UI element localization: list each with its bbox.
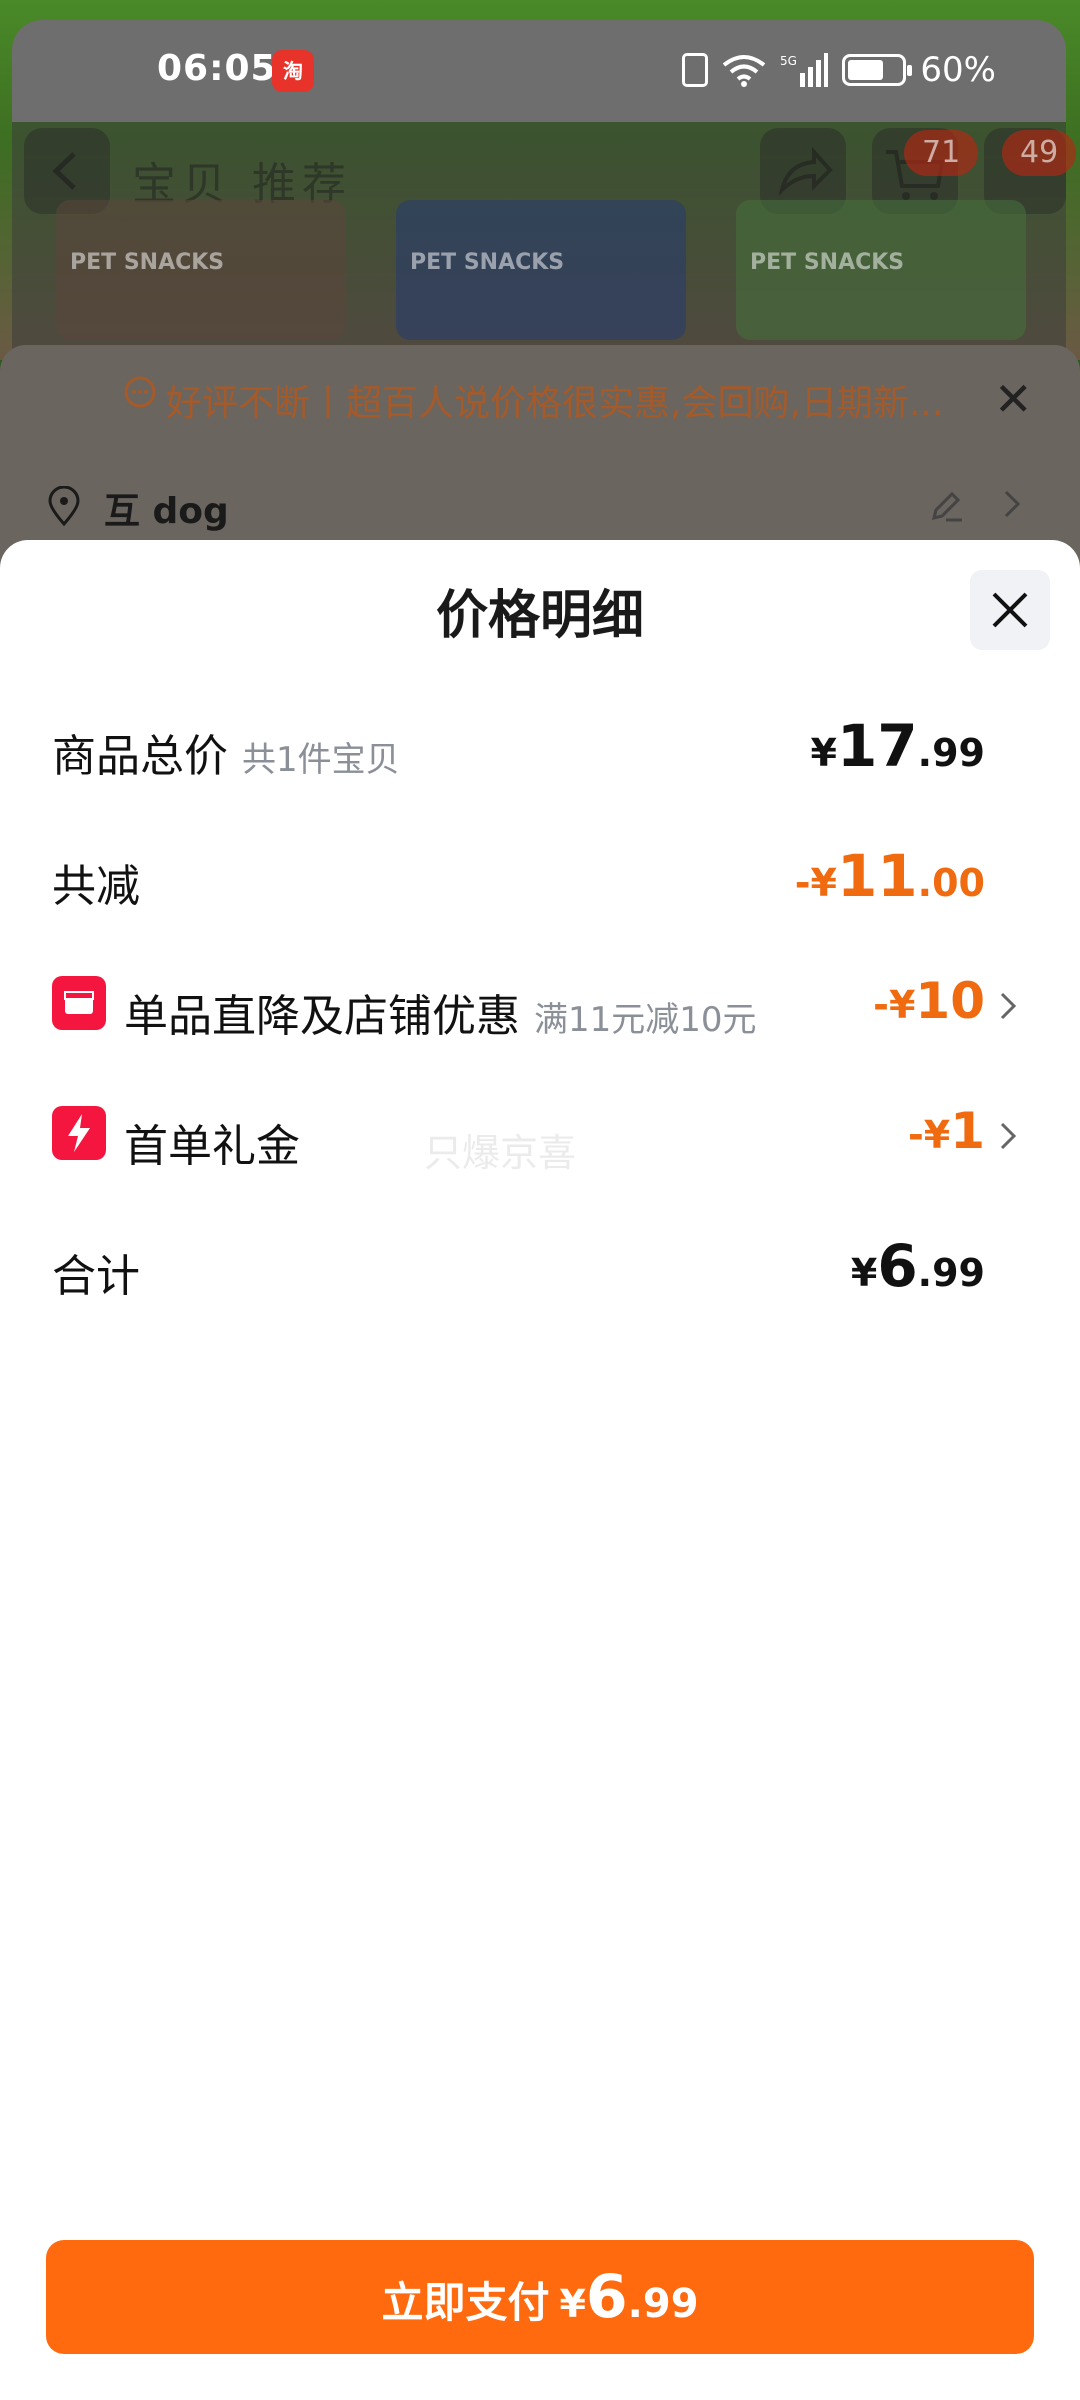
wifi-icon bbox=[723, 55, 766, 87]
address-text: 互 dog bbox=[104, 491, 229, 532]
amount-int: 11 bbox=[836, 842, 918, 910]
chevron-right-icon bbox=[1000, 992, 1017, 1020]
amount-dec: .99 bbox=[917, 1251, 985, 1295]
product-image-1: PET SNACKS bbox=[56, 200, 346, 340]
total-amount: ¥6.99 bbox=[851, 1232, 985, 1300]
product-image-2: PET SNACKS bbox=[396, 200, 686, 340]
total-row: 合计 ¥6.99 bbox=[0, 1220, 1080, 1310]
total-label: 合计 bbox=[52, 1251, 140, 1302]
price-detail-sheet bbox=[0, 540, 1080, 2400]
amount-dec: .00 bbox=[917, 861, 985, 905]
currency-symbol: ¥ bbox=[850, 1251, 878, 1295]
chat-icon bbox=[124, 376, 156, 408]
sheet-title: 价格明细 bbox=[435, 586, 644, 646]
currency-symbol: ¥ bbox=[810, 731, 837, 775]
subtotal-label: 商品总价 共1件宝贝 bbox=[52, 720, 400, 784]
store-coupon-row[interactable]: 单品直降及店铺优惠 满11元减10元 -¥10 bbox=[0, 960, 1080, 1050]
battery-percent: 60% bbox=[920, 50, 996, 90]
product-image-3: PET SNACKS bbox=[736, 200, 1026, 340]
product-label-2: PET SNACKS bbox=[410, 250, 565, 275]
pay-amount-int: 6 bbox=[585, 2262, 628, 2332]
currency-symbol: ¥ bbox=[810, 861, 837, 905]
currency-symbol: ¥ bbox=[923, 1113, 951, 1157]
review-banner-text: 好评不断丨超百人说价格很实惠,会回购,日期新... bbox=[166, 383, 944, 424]
network-label: 5G bbox=[780, 54, 797, 68]
status-icons: 5G 60% bbox=[682, 50, 996, 90]
amount-dec: .99 bbox=[917, 731, 985, 775]
pay-currency: ¥ bbox=[559, 2282, 586, 2326]
product-label-3: PET SNACKS bbox=[750, 250, 905, 275]
subtotal-amount: ¥17.99 bbox=[811, 712, 986, 780]
store-coupon-amount: -¥10 bbox=[873, 972, 985, 1030]
store-icon bbox=[52, 976, 106, 1030]
minus-sign: - bbox=[873, 983, 889, 1027]
currency-symbol: ¥ bbox=[888, 983, 916, 1027]
chevron-right-icon bbox=[1000, 1122, 1017, 1150]
amount-int: 6 bbox=[877, 1232, 918, 1300]
status-time: 06:05 bbox=[157, 48, 277, 89]
discount-total-amount: -¥11.00 bbox=[795, 842, 985, 910]
amount-int: 10 bbox=[915, 972, 985, 1030]
amount-int: 17 bbox=[836, 712, 918, 780]
taobao-app-icon: 淘 bbox=[272, 50, 314, 92]
pay-now-button[interactable]: 立即支付 ¥6.99 bbox=[46, 2240, 1034, 2354]
amount-int: 1 bbox=[950, 1102, 985, 1160]
store-coupon-condition: 满11元减10元 bbox=[534, 1000, 757, 1040]
subtotal-label-text: 商品总价 bbox=[52, 731, 228, 782]
discount-total-row: 共减 -¥11.00 bbox=[0, 830, 1080, 920]
product-label-1: PET SNACKS bbox=[70, 250, 225, 275]
lightning-icon bbox=[52, 1106, 106, 1160]
watermark: 只爆京喜 bbox=[424, 1131, 577, 1175]
discount-total-label: 共减 bbox=[52, 861, 140, 912]
vibrate-icon bbox=[682, 53, 709, 87]
message-badge: 49 bbox=[1002, 130, 1077, 176]
item-count: 共1件宝贝 bbox=[242, 740, 400, 780]
location-icon bbox=[48, 486, 80, 526]
subtotal-row: 商品总价 共1件宝贝 ¥17.99 bbox=[0, 700, 1080, 790]
edit-icon bbox=[931, 491, 962, 522]
pay-amount-dec: .99 bbox=[627, 2281, 699, 2327]
minus-sign: - bbox=[907, 1113, 924, 1157]
first-order-amount: -¥1 bbox=[908, 1102, 985, 1160]
pay-button-label: 立即支付 bbox=[381, 2278, 550, 2327]
first-order-label: 首单礼金 bbox=[124, 1121, 300, 1172]
store-coupon-label: 单品直降及店铺优惠 满11元减10元 bbox=[124, 980, 757, 1044]
store-coupon-label-text: 单品直降及店铺优惠 bbox=[124, 991, 520, 1042]
close-icon bbox=[992, 592, 1028, 628]
address-chevron-icon bbox=[1004, 490, 1021, 518]
close-button[interactable] bbox=[970, 570, 1050, 650]
signal-icon: 5G bbox=[780, 53, 829, 87]
minus-sign: - bbox=[794, 861, 811, 905]
banner-close-icon: ✕ bbox=[994, 372, 1033, 426]
battery-icon bbox=[842, 54, 913, 86]
cart-badge: 71 bbox=[904, 130, 979, 176]
